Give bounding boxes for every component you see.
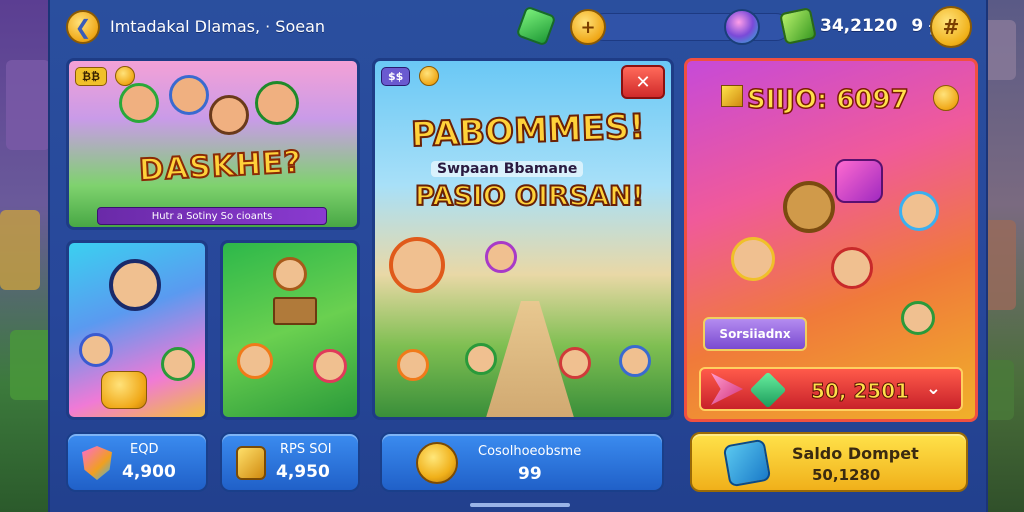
- grid-menu-icon: #: [942, 15, 960, 39]
- character-illustration: [731, 237, 775, 281]
- character-illustration: [559, 347, 591, 379]
- chevron-down-icon: ⌄: [925, 378, 941, 399]
- rps-label: RPS SOI: [280, 442, 332, 457]
- character-illustration: [79, 333, 113, 367]
- wallet-label: Saldo Dompet: [792, 444, 919, 463]
- progress-pill: [590, 13, 790, 41]
- promo-title: SIIJO: 6097: [746, 84, 909, 116]
- character-illustration: [169, 75, 209, 115]
- close-button[interactable]: ✕: [621, 65, 665, 99]
- character-illustration: [209, 95, 249, 135]
- back-arrow-icon: ❮: [74, 15, 92, 39]
- promo-amount-select[interactable]: 50, 2501 ⌄: [699, 367, 963, 411]
- card-title: DASKHE?: [137, 144, 304, 189]
- character-illustration: [899, 191, 939, 231]
- crystal-orb-icon[interactable]: [724, 9, 760, 45]
- character-illustration: [831, 247, 873, 289]
- wallet-balance-button[interactable]: Saldo Dompet 50,1280: [690, 432, 968, 492]
- hero-game-card[interactable]: [66, 240, 208, 420]
- crate-icon: [273, 297, 317, 325]
- coin-icon: [933, 85, 959, 111]
- featured-title-secondary: PASIO OIRSAN!: [414, 180, 645, 213]
- character-illustration: [313, 349, 347, 383]
- shield-icon: [82, 446, 112, 480]
- gear-coin-icon: [416, 442, 458, 484]
- jar-icon: [236, 446, 266, 480]
- character-illustration: [255, 81, 299, 125]
- character-illustration: [485, 241, 517, 273]
- card-badge: ₿₿: [75, 67, 107, 86]
- main-frame: ❮ Imtadakal Dlamas, · Soean + 34,2120 9 …: [48, 0, 988, 512]
- character-illustration: [237, 343, 273, 379]
- reward-button[interactable]: Cosolhoeobsme 99: [380, 432, 664, 492]
- character-illustration: [465, 343, 497, 375]
- plus-icon: +: [580, 16, 596, 38]
- featured-game-card[interactable]: $$ ✕ PABOMMES! Swpaan Bbamane PASIO OIRS…: [372, 58, 674, 420]
- character-illustration: [161, 347, 195, 381]
- balance-display: 34,2120 9 ᵽ: [820, 16, 942, 36]
- character-illustration: [389, 237, 445, 293]
- add-coin-button[interactable]: +: [570, 9, 606, 45]
- character-illustration: [619, 345, 651, 377]
- balance-value: 34,2120: [820, 16, 898, 36]
- rps-value: 4,950: [276, 462, 330, 482]
- card-badge: $$: [381, 67, 411, 86]
- coin-icon: [419, 66, 439, 86]
- cash-icon: [779, 7, 817, 45]
- back-button[interactable]: ❮: [66, 10, 100, 44]
- character-illustration: [273, 257, 307, 291]
- eqd-value: 4,900: [122, 462, 176, 482]
- arrow-icon: [711, 373, 743, 405]
- gold-cube-icon: [721, 85, 743, 107]
- daskhe-game-card[interactable]: ₿₿ DASKHE? Hutr a Sotiny So cioants: [66, 58, 360, 230]
- character-illustration: [109, 259, 161, 311]
- gem-icon: [749, 371, 787, 409]
- puzzle-icon: [722, 438, 772, 488]
- promo-label: Sorsiiadnx: [703, 317, 807, 351]
- character-illustration: [119, 83, 159, 123]
- rps-button[interactable]: RPS SOI 4,950: [220, 432, 360, 492]
- menu-button[interactable]: #: [930, 6, 972, 48]
- top-bar: ❮ Imtadakal Dlamas, · Soean + 34,2120 9 …: [50, 0, 990, 56]
- card-banner: Hutr a Sotiny So cioants: [97, 207, 327, 225]
- character-illustration: [901, 301, 935, 335]
- gift-box-icon: [835, 159, 883, 203]
- home-indicator[interactable]: [470, 503, 570, 507]
- eqd-button[interactable]: EQD 4,900: [66, 432, 208, 492]
- reward-value: 99: [518, 464, 542, 484]
- eqd-label: EQD: [130, 442, 159, 457]
- promo-card[interactable]: SIIJO: 6097 Sorsiiadnx 50, 2501 ⌄: [684, 58, 978, 422]
- green-gem-icon[interactable]: [515, 5, 557, 47]
- workers-game-card[interactable]: [220, 240, 360, 420]
- reward-label: Cosolhoeobsme: [478, 444, 582, 459]
- promo-amount-value: 50, 2501: [810, 379, 910, 404]
- character-illustration: [783, 181, 835, 233]
- wallet-value: 50,1280: [812, 466, 881, 484]
- character-illustration: [397, 349, 429, 381]
- page-title: Imtadakal Dlamas, · Soean: [110, 17, 326, 36]
- featured-title: PABOMMES!: [409, 106, 646, 156]
- gold-chest-icon: [101, 371, 147, 409]
- featured-subtitle: Swpaan Bbamane: [431, 161, 584, 177]
- close-icon: ✕: [635, 71, 651, 93]
